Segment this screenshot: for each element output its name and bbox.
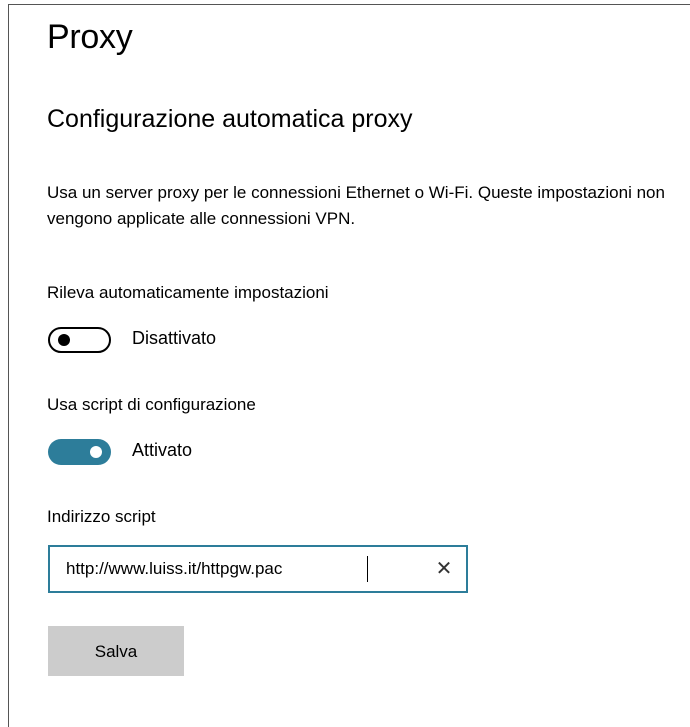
save-button[interactable]: Salva — [48, 626, 184, 676]
text-caret — [367, 556, 368, 582]
script-address-input[interactable]: http://www.luiss.it/httpgw.pac ✕ — [48, 545, 468, 593]
script-address-label: Indirizzo script — [47, 507, 156, 526]
toggle-knob — [90, 446, 102, 458]
close-icon[interactable]: ✕ — [434, 557, 454, 581]
toggle-knob — [58, 334, 70, 346]
use-script-label: Usa script di configurazione — [47, 395, 256, 414]
section-description: Usa un server proxy per le connessioni E… — [47, 183, 665, 228]
detect-settings-label: Rileva automaticamente impostazioni — [47, 283, 329, 302]
use-script-toggle[interactable] — [48, 439, 111, 465]
section-title: Configurazione automatica proxy — [47, 105, 413, 133]
use-script-state: Attivato — [132, 440, 193, 460]
page-title: Proxy — [47, 18, 133, 56]
detect-settings-state: Disattivato — [132, 328, 217, 348]
script-address-value[interactable]: http://www.luiss.it/httpgw.pac — [66, 559, 282, 579]
detect-settings-toggle[interactable] — [48, 327, 111, 353]
